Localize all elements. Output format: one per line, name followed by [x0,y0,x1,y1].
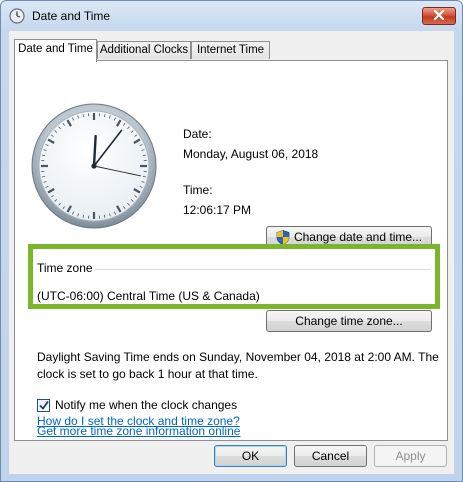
dst-line-2: clock is set to go back 1 hour at that t… [37,367,258,381]
dst-line-1: Daylight Saving Time ends on Sunday, Nov… [37,350,439,364]
clock-icon [9,8,25,24]
time-label: Time: [183,183,213,197]
how-to-set-clock-link[interactable]: How do I set the clock and time zone? [37,414,240,428]
ok-label: OK [241,449,260,463]
change-time-zone-button[interactable]: Change time zone... [266,310,432,332]
apply-label: Apply [395,449,426,463]
date-time-dialog: Date and Time Date and Time Additional C… [0,0,463,482]
change-time-zone-label: Change time zone... [295,314,403,328]
time-zone-highlight-box [28,244,440,309]
tab-label: Internet Time [196,44,265,56]
ok-button[interactable]: OK [214,445,287,467]
title-bar[interactable]: Date and Time [1,1,462,31]
date-label: Date: [183,127,212,141]
tab-date-and-time[interactable]: Date and Time [14,39,97,62]
checkmark-icon [39,400,49,414]
cancel-button[interactable]: Cancel [294,445,367,467]
time-value: 12:06:17 PM [183,203,252,217]
tab-label: Date and Time [18,43,93,55]
window-title: Date and Time [32,9,111,23]
notify-checkbox[interactable] [37,399,50,412]
notify-label[interactable]: Notify me when the clock changes [55,398,237,412]
change-date-time-label: Change date and time... [293,230,423,244]
close-button[interactable] [422,7,456,25]
tab-additional-clocks[interactable]: Additional Clocks [97,41,191,59]
tab-internet-time[interactable]: Internet Time [191,41,270,59]
analog-clock [31,103,157,229]
clock-hour-hand [92,134,97,168]
uac-shield-icon [276,229,290,245]
cancel-label: Cancel [311,449,350,463]
date-value: Monday, August 06, 2018 [183,147,319,161]
close-icon [433,9,445,23]
tab-label: Additional Clocks [99,44,189,56]
apply-button[interactable]: Apply [374,445,447,467]
